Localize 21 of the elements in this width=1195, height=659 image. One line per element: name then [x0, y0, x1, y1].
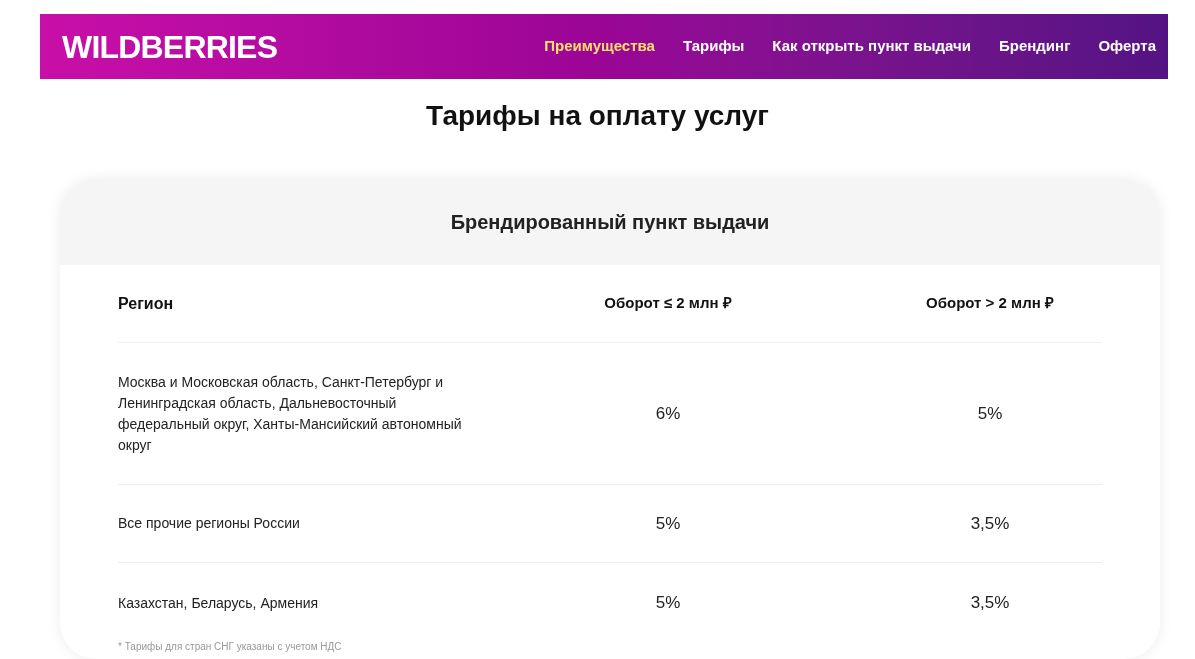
- table-cell-text: Москва и Московская область, Санкт-Петербург и Ленинградская область, Дальневосточный федеральный округ, Ханты-Мансийский автономный округ: [118, 372, 463, 455]
- table-cell-text: 3,5%: [969, 592, 1011, 615]
- nav-link[interactable]: Брендинг: [999, 35, 1071, 58]
- column-header: Оборот > 2 млн ₽: [925, 293, 1055, 314]
- card-title: Брендированный пункт выдачи: [450, 210, 770, 235]
- nav-link[interactable]: Как открыть пункт выдачи: [772, 35, 971, 58]
- table-cell-text: 6%: [654, 402, 682, 425]
- table-cell-text: 3,5%: [969, 512, 1011, 535]
- footnote: * Тарифы для стран СНГ указаны с учетом НДС: [118, 641, 342, 652]
- table-cell-text: 5%: [654, 512, 682, 535]
- table-cell-text: 5%: [976, 402, 1004, 425]
- column-header: Регион: [118, 293, 175, 314]
- page-title: Тарифы на оплату услуг: [425, 99, 770, 133]
- nav-link[interactable]: Преимущества: [544, 35, 655, 58]
- column-header: Оборот ≤ 2 млн ₽: [603, 293, 733, 314]
- table-cell-text: Казахстан, Беларусь, Армения: [118, 593, 320, 613]
- logo[interactable]: WILDBERRIES: [62, 22, 278, 71]
- table-cell-text: Все прочие регионы России: [118, 514, 301, 533]
- nav-link[interactable]: Оферта: [1098, 35, 1156, 58]
- table-cell-text: 5%: [654, 592, 682, 615]
- nav-link[interactable]: Тарифы: [682, 35, 745, 58]
